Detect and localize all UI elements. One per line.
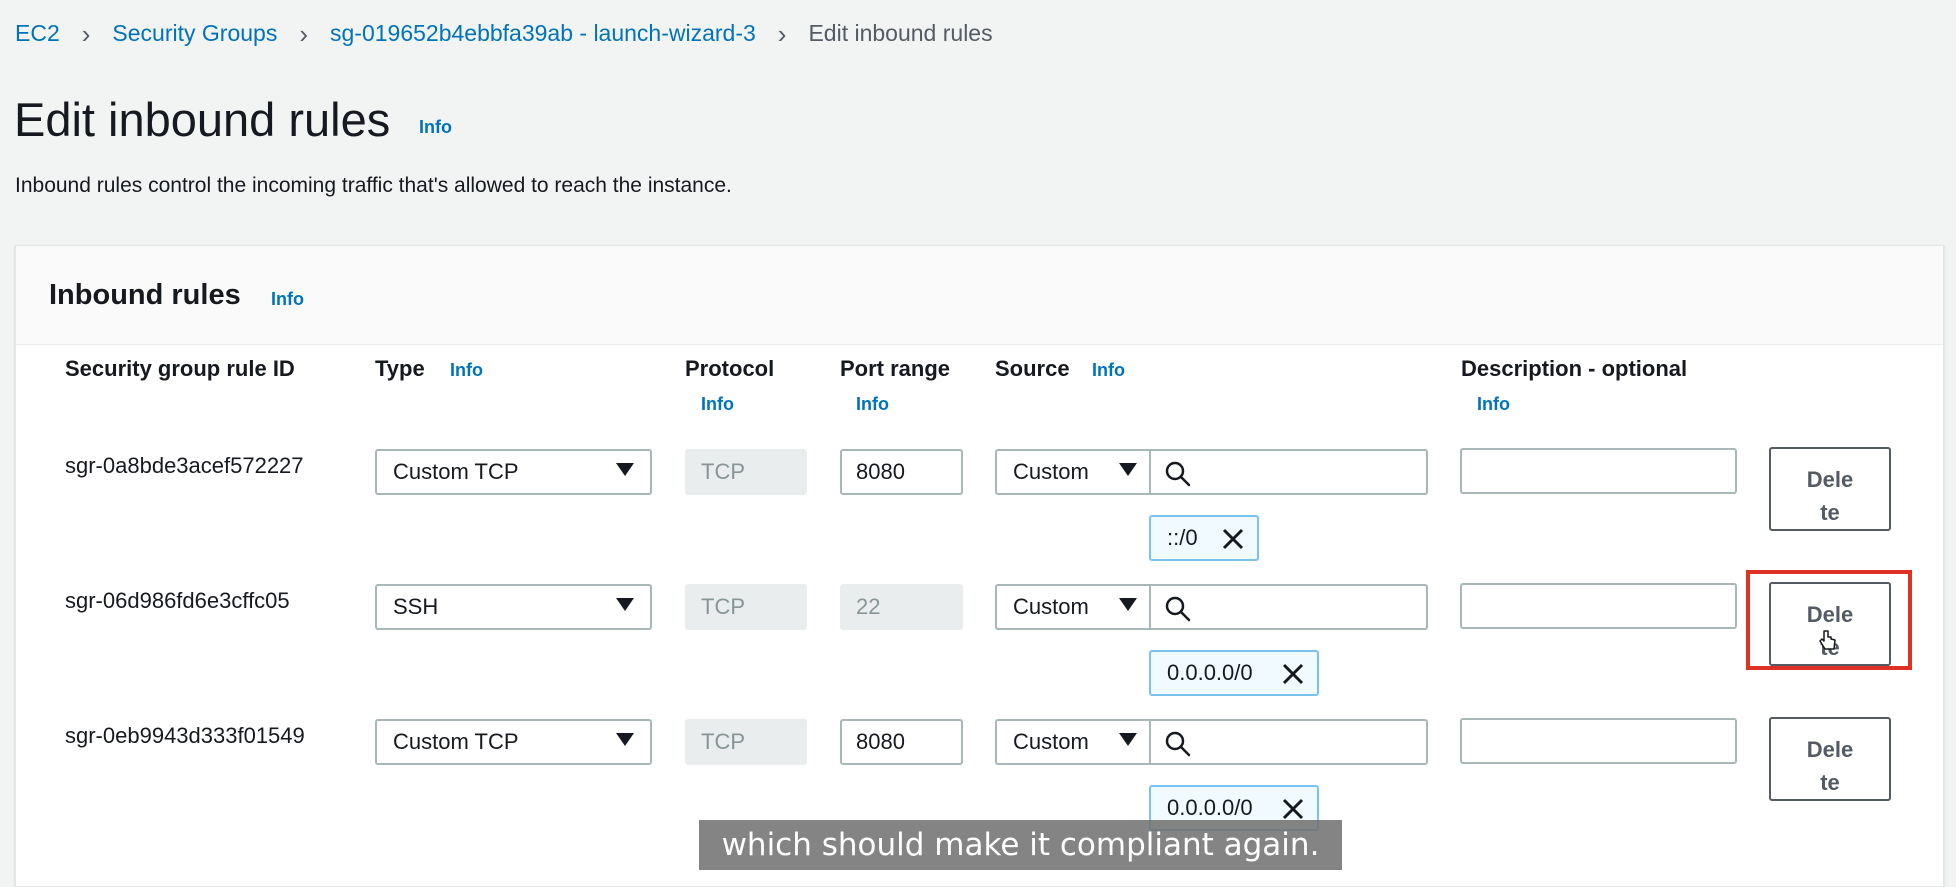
source-search-input[interactable] xyxy=(1149,449,1428,495)
port-range-input: 22 xyxy=(840,584,963,630)
column-header-description: Description - optional xyxy=(1461,356,1688,381)
delete-label: Dele xyxy=(1806,737,1854,762)
chevron-right-icon: › xyxy=(777,18,787,49)
breadcrumb-security-groups[interactable]: Security Groups xyxy=(112,20,277,47)
caret-down-icon xyxy=(616,598,634,611)
caret-down-icon xyxy=(1119,598,1137,611)
source-search-input[interactable] xyxy=(1149,719,1428,765)
protocol-field: TCP xyxy=(685,449,807,495)
video-caption: which should make it compliant again. xyxy=(699,820,1342,870)
source-select-value: Custom xyxy=(1013,594,1089,619)
rule-id: sgr-0a8bde3acef572227 xyxy=(65,453,304,478)
type-select-value: Custom TCP xyxy=(393,729,519,754)
source-select[interactable]: Custom xyxy=(995,584,1151,630)
source-select[interactable]: Custom xyxy=(995,719,1151,765)
source-select-value: Custom xyxy=(1013,459,1089,484)
port-info-link[interactable]: Info xyxy=(856,394,889,415)
panel-info-link[interactable]: Info xyxy=(271,289,304,310)
cidr-token: ::/0 xyxy=(1149,515,1259,561)
type-select[interactable]: Custom TCP xyxy=(375,449,652,495)
source-select[interactable]: Custom xyxy=(995,449,1151,495)
column-header-protocol: Protocol xyxy=(685,356,775,381)
page-description: Inbound rules control the incoming traff… xyxy=(15,174,732,197)
column-header-type: Type xyxy=(375,356,425,381)
source-select-value: Custom xyxy=(1013,729,1089,754)
cidr-token: 0.0.0.0/0 xyxy=(1149,650,1319,696)
port-range-input[interactable]: 8080 xyxy=(840,449,963,495)
description-input[interactable] xyxy=(1460,448,1737,494)
description-input[interactable] xyxy=(1460,583,1737,629)
caret-down-icon xyxy=(616,733,634,746)
description-input[interactable] xyxy=(1460,718,1737,764)
delete-button[interactable]: Dele te xyxy=(1769,447,1891,531)
caret-down-icon xyxy=(1119,733,1137,746)
caret-down-icon xyxy=(616,463,634,476)
column-header-port-range: Port range xyxy=(840,356,951,381)
description-info-link[interactable]: Info xyxy=(1477,394,1510,415)
close-icon[interactable] xyxy=(1281,797,1305,821)
close-icon[interactable] xyxy=(1221,527,1245,551)
column-header-rule-id: Security group rule ID xyxy=(65,356,295,381)
breadcrumb-current: Edit inbound rules xyxy=(808,20,993,46)
search-icon xyxy=(1165,461,1191,487)
protocol-field: TCP xyxy=(685,719,807,765)
page-title: Edit inbound rules xyxy=(14,93,391,146)
caret-down-icon xyxy=(1119,463,1137,476)
breadcrumb-security-group[interactable]: sg-019652b4ebbfa39ab - launch-wizard-3 xyxy=(330,20,756,47)
chevron-right-icon: › xyxy=(81,18,91,49)
delete-label: Dele xyxy=(1806,467,1854,492)
source-info-link[interactable]: Info xyxy=(1092,360,1125,381)
port-range-input[interactable]: 8080 xyxy=(840,719,963,765)
protocol-info-link[interactable]: Info xyxy=(701,394,734,415)
highlight-box xyxy=(1746,570,1912,670)
rule-id: sgr-06d986fd6e3cffc05 xyxy=(65,588,290,613)
breadcrumb-ec2[interactable]: EC2 xyxy=(15,20,60,47)
delete-button[interactable]: Dele te xyxy=(1769,717,1891,801)
search-icon xyxy=(1165,596,1191,622)
type-select[interactable]: Custom TCP xyxy=(375,719,652,765)
hand-pointer-icon xyxy=(1819,630,1836,650)
search-icon xyxy=(1165,731,1191,757)
cidr-token-label: 0.0.0.0/0 xyxy=(1167,795,1253,820)
inbound-rules-panel: Inbound rules Info xyxy=(15,245,1944,887)
protocol-field: TCP xyxy=(685,584,807,630)
rule-id: sgr-0eb9943d333f01549 xyxy=(65,723,305,748)
close-icon[interactable] xyxy=(1281,662,1305,686)
panel-header: Inbound rules Info xyxy=(16,246,1943,345)
type-info-link[interactable]: Info xyxy=(450,360,483,381)
source-search-input[interactable] xyxy=(1149,584,1428,630)
breadcrumb: EC2 › Security Groups › sg-019652b4ebbfa… xyxy=(15,20,993,47)
type-select-value: SSH xyxy=(393,594,439,619)
delete-label: te xyxy=(1820,770,1840,795)
page-info-link[interactable]: Info xyxy=(419,117,452,138)
type-select-value: Custom TCP xyxy=(393,459,519,484)
type-select[interactable]: SSH xyxy=(375,584,652,630)
column-header-source: Source xyxy=(995,356,1070,381)
chevron-right-icon: › xyxy=(299,18,308,49)
cidr-token-label: 0.0.0.0/0 xyxy=(1167,660,1253,685)
cidr-token-label: ::/0 xyxy=(1167,525,1198,550)
panel-title: Inbound rules xyxy=(49,279,241,311)
delete-label: te xyxy=(1820,500,1840,525)
